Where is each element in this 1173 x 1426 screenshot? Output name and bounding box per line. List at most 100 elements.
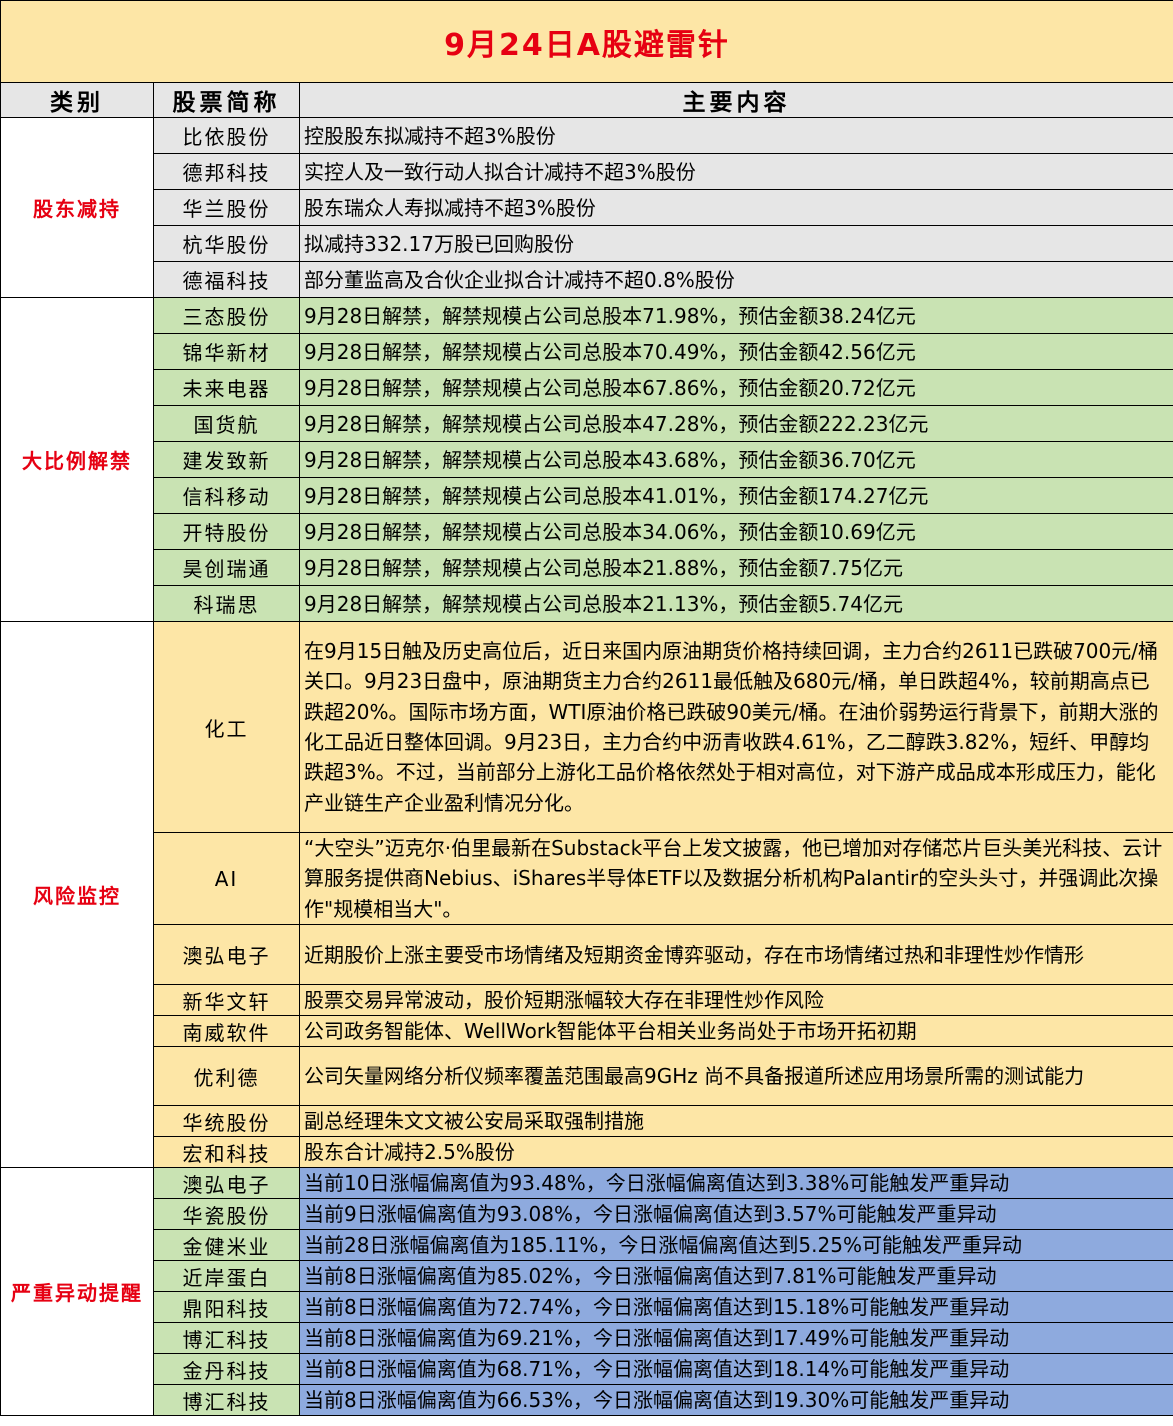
category-shareholder-reduction: 股东减持 <box>0 117 154 298</box>
stock-content: 当前8日涨幅偏离值为69.21%，今日涨幅偏离值达到17.49%可能触发严重异动 <box>298 1322 1173 1355</box>
table-row: 宏和科技 股东合计减持2.5%股份 <box>1 1136 1173 1169</box>
stock-content: 副总经理朱文文被公安局采取强制措施 <box>298 1105 1173 1138</box>
table-row: 博汇科技 当前8日涨幅偏离值为69.21%，今日涨幅偏离值达到17.49%可能触… <box>1 1322 1173 1355</box>
stock-name: 信科移动 <box>153 477 300 514</box>
table-row: 昊创瑞通 9月28日解禁，解禁规模占公司总股本21.88%，预估金额7.75亿元 <box>1 549 1173 586</box>
table-row: 博汇科技 当前8日涨幅偏离值为66.53%，今日涨幅偏离值达到19.30%可能触… <box>1 1384 1173 1417</box>
stock-name: 三态股份 <box>153 297 300 334</box>
category-risk-monitor: 风险监控 <box>0 620 154 1169</box>
stock-name: 华瓷股份 <box>153 1198 300 1231</box>
category-abnormal-alert: 严重异动提醒 <box>0 1167 154 1417</box>
stock-content: 9月28日解禁，解禁规模占公司总股本21.13%，预估金额5.74亿元 <box>298 585 1173 622</box>
table-row: 风险监控 化工 在9月15日触及历史高位后，近日来国内原油期货价格持续回调，主力… <box>0 620 1173 1169</box>
stock-content: 控股股东拟减持不超3%股份 <box>298 117 1173 154</box>
stock-content: 当前8日涨幅偏离值为85.02%，今日涨幅偏离值达到7.81%可能触发严重异动 <box>298 1260 1173 1293</box>
table-row: 开特股份 9月28日解禁，解禁规模占公司总股本34.06%，预估金额10.69亿… <box>1 513 1173 550</box>
stock-name: 华兰股份 <box>153 189 300 226</box>
stock-content: 公司矢量网络分析仪频率覆盖范围最高9GHz 尚不具备报道所述应用场景所需的测试能… <box>298 1046 1173 1107</box>
header-content: 主要内容 <box>298 82 1173 118</box>
table-row: 德福科技 部分董监高及合伙企业拟合计减持不超0.8%股份 <box>1 261 1173 298</box>
table-row: 德邦科技 实控人及一致行动人拟合计减持不超3%股份 <box>1 153 1173 190</box>
table-row: 锦华新材 9月28日解禁，解禁规模占公司总股本70.49%，预估金额42.56亿… <box>1 333 1173 370</box>
stock-name: 锦华新材 <box>153 333 300 370</box>
stock-name: 博汇科技 <box>153 1322 300 1355</box>
stock-content: 9月28日解禁，解禁规模占公司总股本70.49%，预估金额42.56亿元 <box>298 333 1173 370</box>
stock-name: 开特股份 <box>153 513 300 550</box>
table-row: 建发致新 9月28日解禁，解禁规模占公司总股本43.68%，预估金额36.70亿… <box>1 441 1173 478</box>
table-row: 金丹科技 当前8日涨幅偏离值为68.71%，今日涨幅偏离值达到18.14%可能触… <box>1 1353 1173 1386</box>
stock-name: 博汇科技 <box>153 1384 300 1417</box>
table-row: 近岸蛋白 当前8日涨幅偏离值为85.02%，今日涨幅偏离值达到7.81%可能触发… <box>1 1260 1173 1293</box>
stock-name: 未来电器 <box>153 369 300 406</box>
stock-content: 公司政务智能体、WellWork智能体平台相关业务尚处于市场开拓初期 <box>298 1015 1173 1048</box>
stock-content: 当前8日涨幅偏离值为68.71%，今日涨幅偏离值达到18.14%可能触发严重异动 <box>298 1353 1173 1386</box>
table-row: 科瑞思 9月28日解禁，解禁规模占公司总股本21.13%，预估金额5.74亿元 <box>1 585 1173 622</box>
stock-name: 鼎阳科技 <box>153 1291 300 1324</box>
stock-content: 9月28日解禁，解禁规模占公司总股本34.06%，预估金额10.69亿元 <box>298 513 1173 550</box>
table-row: 华统股份 副总经理朱文文被公安局采取强制措施 <box>1 1105 1173 1138</box>
stock-name: 澳弘电子 <box>153 1167 300 1200</box>
table-row: 大比例解禁 三态股份 9月28日解禁，解禁规模占公司总股本71.98%，预估金额… <box>0 297 1173 622</box>
stock-content: 实控人及一致行动人拟合计减持不超3%股份 <box>298 153 1173 190</box>
stock-content: 当前8日涨幅偏离值为72.74%，今日涨幅偏离值达到15.18%可能触发严重异动 <box>298 1291 1173 1324</box>
stock-name: 金健米业 <box>153 1229 300 1262</box>
header-row: 类别 股票简称 主要内容 <box>0 82 1173 118</box>
table-row: 股东减持 比依股份 控股股东拟减持不超3%股份 <box>0 117 1173 298</box>
stock-content: 当前28日涨幅偏离值为185.11%，今日涨幅偏离值达到5.25%可能触发严重异… <box>298 1229 1173 1262</box>
stock-name: 杭华股份 <box>153 225 300 262</box>
stock-content: 9月28日解禁，解禁规模占公司总股本67.86%，预估金额20.72亿元 <box>298 369 1173 406</box>
stock-content: 近期股价上涨主要受市场情绪及短期资金博弈驱动，存在市场情绪过热和非理性炒作情形 <box>298 924 1173 986</box>
table-row: 严重异动提醒 澳弘电子 当前10日涨幅偏离值为93.48%，今日涨幅偏离值达到3… <box>0 1167 1173 1417</box>
stock-name: 化工 <box>153 621 300 833</box>
page-title: 9月24日A股避雷针 <box>0 0 1173 83</box>
stock-name: 建发致新 <box>153 441 300 478</box>
stock-content: 9月28日解禁，解禁规模占公司总股本41.01%，预估金额174.27亿元 <box>298 477 1173 514</box>
stock-name: 比依股份 <box>153 117 300 154</box>
table-row: 优利德 公司矢量网络分析仪频率覆盖范围最高9GHz 尚不具备报道所述应用场景所需… <box>1 1046 1173 1107</box>
stock-name: 金丹科技 <box>153 1353 300 1386</box>
stock-name: 国货航 <box>153 405 300 442</box>
stock-name: 德邦科技 <box>153 153 300 190</box>
stock-name: 南威软件 <box>153 1015 300 1048</box>
stock-name: 近岸蛋白 <box>153 1260 300 1293</box>
table-row: 南威软件 公司政务智能体、WellWork智能体平台相关业务尚处于市场开拓初期 <box>1 1015 1173 1048</box>
stock-content: 9月28日解禁，解禁规模占公司总股本71.98%，预估金额38.24亿元 <box>298 297 1173 334</box>
table-row: 华兰股份 股东瑞众人寿拟减持不超3%股份 <box>1 189 1173 226</box>
stock-name: 德福科技 <box>153 261 300 298</box>
table-row: 新华文轩 股票交易异常波动，股价短期涨幅较大存在非理性炒作风险 <box>1 984 1173 1017</box>
stock-content: 9月28日解禁，解禁规模占公司总股本43.68%，预估金额36.70亿元 <box>298 441 1173 478</box>
header-stock: 股票简称 <box>153 82 300 118</box>
table-row: 鼎阳科技 当前8日涨幅偏离值为72.74%，今日涨幅偏离值达到15.18%可能触… <box>1 1291 1173 1324</box>
stock-name: 宏和科技 <box>153 1136 300 1169</box>
stock-content: 股东瑞众人寿拟减持不超3%股份 <box>298 189 1173 226</box>
avoid-list-table: 9月24日A股避雷针 类别 股票简称 主要内容 股东减持 比依股份 控股股东拟减… <box>0 0 1173 1417</box>
stock-content: 当前9日涨幅偏离值为93.08%，今日涨幅偏离值达到3.57%可能触发严重异动 <box>298 1198 1173 1231</box>
header-category: 类别 <box>0 82 154 118</box>
stock-content: 当前8日涨幅偏离值为66.53%，今日涨幅偏离值达到19.30%可能触发严重异动 <box>298 1384 1173 1417</box>
stock-content: 当前10日涨幅偏离值为93.48%，今日涨幅偏离值达到3.38%可能触发严重异动 <box>298 1167 1173 1200</box>
table-row: 未来电器 9月28日解禁，解禁规模占公司总股本67.86%，预估金额20.72亿… <box>1 369 1173 406</box>
stock-content: “大空头”迈克尔·伯里最新在Substack平台上发文披露，他已增加对存储芯片巨… <box>298 831 1173 926</box>
table-row: 信科移动 9月28日解禁，解禁规模占公司总股本41.01%，预估金额174.27… <box>1 477 1173 514</box>
stock-name: 昊创瑞通 <box>153 549 300 586</box>
table-row: 国货航 9月28日解禁，解禁规模占公司总股本47.28%，预估金额222.23亿… <box>1 405 1173 442</box>
table-row: AI “大空头”迈克尔·伯里最新在Substack平台上发文披露，他已增加对存储… <box>1 831 1173 926</box>
table-row: 华瓷股份 当前9日涨幅偏离值为93.08%，今日涨幅偏离值达到3.57%可能触发… <box>1 1198 1173 1231</box>
table-row: 澳弘电子 近期股价上涨主要受市场情绪及短期资金博弈驱动，存在市场情绪过热和非理性… <box>1 924 1173 986</box>
stock-content: 股东合计减持2.5%股份 <box>298 1136 1173 1169</box>
stock-content: 部分董监高及合伙企业拟合计减持不超0.8%股份 <box>298 261 1173 298</box>
table-row: 金健米业 当前28日涨幅偏离值为185.11%，今日涨幅偏离值达到5.25%可能… <box>1 1229 1173 1262</box>
stock-name: AI <box>153 831 300 926</box>
table-row: 杭华股份 拟减持332.17万股已回购股份 <box>1 225 1173 262</box>
title-row: 9月24日A股避雷针 <box>0 0 1173 83</box>
stock-name: 新华文轩 <box>153 984 300 1017</box>
stock-content: 在9月15日触及历史高位后，近日来国内原油期货价格持续回调，主力合约2611已跌… <box>298 621 1173 833</box>
stock-content: 拟减持332.17万股已回购股份 <box>298 225 1173 262</box>
stock-name: 优利德 <box>153 1046 300 1107</box>
stock-name: 澳弘电子 <box>153 924 300 986</box>
category-large-unlock: 大比例解禁 <box>0 297 154 622</box>
stock-name: 华统股份 <box>153 1105 300 1138</box>
stock-name: 科瑞思 <box>153 585 300 622</box>
stock-content: 9月28日解禁，解禁规模占公司总股本21.88%，预估金额7.75亿元 <box>298 549 1173 586</box>
stock-content: 股票交易异常波动，股价短期涨幅较大存在非理性炒作风险 <box>298 984 1173 1017</box>
